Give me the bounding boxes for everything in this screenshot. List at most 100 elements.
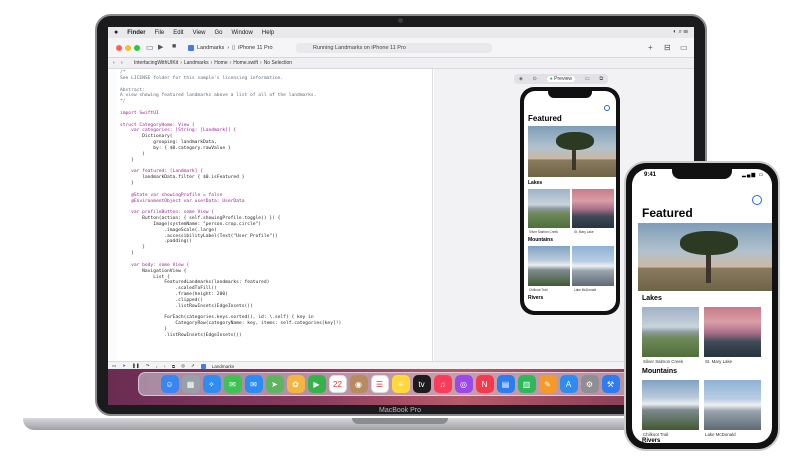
dock-safari-icon[interactable]: ✧ (202, 375, 221, 393)
crumb-file[interactable]: Home.swift (233, 60, 258, 66)
thumb-st-mary-lake[interactable] (572, 189, 614, 228)
inspect-icon[interactable]: ⊙ (533, 76, 537, 82)
dock-glyph: ≡ (398, 379, 403, 389)
canvas-iphone-screen: Featured Lakes Silver Salmon Creek St. M… (524, 91, 616, 311)
step-out-icon[interactable]: ↑ (164, 364, 166, 369)
chevron-right-icon: › (210, 60, 213, 66)
thumb-lake-mcdonald[interactable] (704, 380, 761, 430)
dock-glyph: ➤ (271, 379, 278, 389)
section-lakes-label: Lakes (528, 180, 543, 186)
run-icon[interactable]: ▶ (158, 43, 163, 51)
dock-glyph: ▤ (501, 379, 510, 389)
menu-finder[interactable]: Finder (127, 30, 145, 36)
dock-finder-icon[interactable]: ☺ (160, 375, 179, 393)
menu-view[interactable]: View (193, 30, 206, 36)
iphone-notch (672, 169, 732, 179)
menu-edit[interactable]: Edit (173, 30, 183, 36)
minimize-window-button[interactable] (125, 45, 131, 51)
crumb-selection[interactable]: No Selection (264, 60, 292, 66)
featured-title: Featured (642, 206, 693, 220)
inspector-toggle-icon[interactable]: ▭ (680, 43, 688, 52)
dock: ☺ ▦ ✧ ✉ ✉ ➤ ✿ ▶ 22 ◉ ☰ ≡ tv ♫ ◎ N ▤ ▥ ✎ A ⚙ ⚒ (138, 372, 642, 396)
dock-glyph: ◎ (460, 379, 467, 389)
back-icon[interactable]: ‹ (113, 60, 115, 66)
dock-numbers-icon[interactable]: ▥ (517, 375, 536, 393)
dock-launchpad-icon[interactable]: ▦ (181, 375, 200, 393)
code-editor[interactable]: /* See LICENSE folder for this sample's l… (108, 69, 433, 369)
close-window-button[interactable] (116, 45, 122, 51)
stop-icon[interactable]: ■ (172, 43, 176, 50)
dock-mail-icon[interactable]: ✉ (244, 375, 263, 393)
zoom-window-button[interactable] (134, 45, 140, 51)
thumb-silver-salmon-creek[interactable] (642, 307, 699, 357)
thumb-silver-salmon-creek[interactable] (528, 189, 570, 228)
dock-messages-icon[interactable]: ✉ (223, 375, 242, 393)
code-line[interactable]: .listRowInsets(EdgeInsets()) (120, 333, 341, 339)
debug-target-label[interactable]: Landmarks (212, 364, 234, 369)
crumb-folder[interactable]: Home (214, 60, 227, 66)
section-rivers-label: Rivers (642, 438, 661, 443)
dock-photos-icon[interactable]: ✿ (286, 375, 305, 393)
dock-glyph: ✉ (250, 379, 257, 389)
profile-icon[interactable] (604, 105, 610, 111)
section-mountains-label: Mountains (528, 237, 553, 243)
menu-help[interactable]: Help (262, 30, 274, 36)
dock-notes-icon[interactable]: ≡ (391, 375, 410, 393)
caption-lake-mcdonald: Lake McDonald (705, 432, 736, 437)
dock-system-preferences-icon[interactable]: ⚙ (580, 375, 599, 393)
macbook-thumb-notch (352, 418, 448, 424)
thumb-lake-mcdonald[interactable] (572, 246, 614, 286)
caption-chilkoot-trail: Chilkoot Trail (529, 288, 548, 292)
add-library-icon[interactable]: + (648, 43, 653, 52)
dock-contacts-icon[interactable]: ◉ (349, 375, 368, 393)
duplicate-icon[interactable]: ⧉ (599, 76, 603, 82)
dock-calendar-icon[interactable]: 22 (328, 375, 347, 393)
dock-maps-icon[interactable]: ➤ (265, 375, 284, 393)
featured-image[interactable] (528, 126, 616, 177)
dock-glyph: ✧ (208, 379, 215, 389)
view-hierarchy-icon[interactable]: ⧉ (172, 364, 175, 369)
menu-go[interactable]: Go (215, 30, 223, 36)
source-code[interactable]: /* See LICENSE folder for this sample's l… (120, 70, 341, 339)
macbook-screen: ● Finder File Edit View Go Window Help ◐… (108, 27, 694, 405)
live-preview-button[interactable]: ● Preview (546, 76, 575, 82)
dock-tv-icon[interactable]: tv (412, 375, 431, 393)
status-text: Running Landmarks on iPhone 11 Pro (313, 45, 406, 51)
preview-toolbar: ◈ ⊙ ● Preview ▭ ⧉ (514, 74, 608, 84)
step-in-icon[interactable]: ↓ (155, 364, 157, 369)
menu-window[interactable]: Window (232, 30, 253, 36)
dock-glyph: ⚙ (585, 379, 594, 389)
thumb-chilkoot-trail[interactable] (642, 380, 699, 430)
scheme-selector[interactable]: Landmarks › ▯ iPhone 11 Pro (188, 43, 273, 53)
featured-image[interactable] (638, 223, 772, 291)
dock-glyph: ✎ (544, 379, 551, 389)
menu-file[interactable]: File (155, 30, 165, 36)
caption-chilkoot-trail: Chilkoot Trail (643, 432, 669, 437)
featured-title: Featured (528, 114, 562, 123)
device-settings-icon[interactable]: ▭ (585, 76, 590, 82)
dock-podcasts-icon[interactable]: ◎ (454, 375, 473, 393)
forward-icon[interactable]: › (121, 60, 123, 66)
dock-pages-icon[interactable]: ✎ (538, 375, 557, 393)
dock-music-icon[interactable]: ♫ (433, 375, 452, 393)
dock-facetime-icon[interactable]: ▶ (307, 375, 326, 393)
section-mountains-label: Mountains (642, 368, 677, 375)
caption-lake-mcdonald: Lake McDonald (574, 288, 597, 292)
dock-xcode-icon[interactable]: ⚒ (601, 375, 620, 393)
pin-icon[interactable]: ◈ (519, 76, 523, 82)
dock-reminders-icon[interactable]: ☰ (370, 375, 389, 393)
apple-menu-icon[interactable]: ● (114, 29, 118, 36)
thumb-chilkoot-trail[interactable] (528, 246, 570, 286)
profile-icon[interactable] (752, 195, 762, 205)
navigator-toggle-icon[interactable]: ▭ (146, 43, 154, 52)
dock-glyph: ▦ (186, 379, 195, 389)
code-line[interactable]: A view showing featured landmarks above … (120, 93, 341, 99)
crumb-group[interactable]: Landmarks (184, 60, 209, 66)
dock-glyph: ◉ (355, 379, 362, 389)
dock-keynote-icon[interactable]: ▤ (496, 375, 515, 393)
crumb-project[interactable]: InterfacingWithUIKit (134, 60, 178, 66)
split-editor-icon[interactable]: ⊟ (664, 43, 671, 52)
thumb-st-mary-lake[interactable] (704, 307, 761, 357)
dock-app-store-icon[interactable]: A (559, 375, 578, 393)
dock-news-icon[interactable]: N (475, 375, 494, 393)
